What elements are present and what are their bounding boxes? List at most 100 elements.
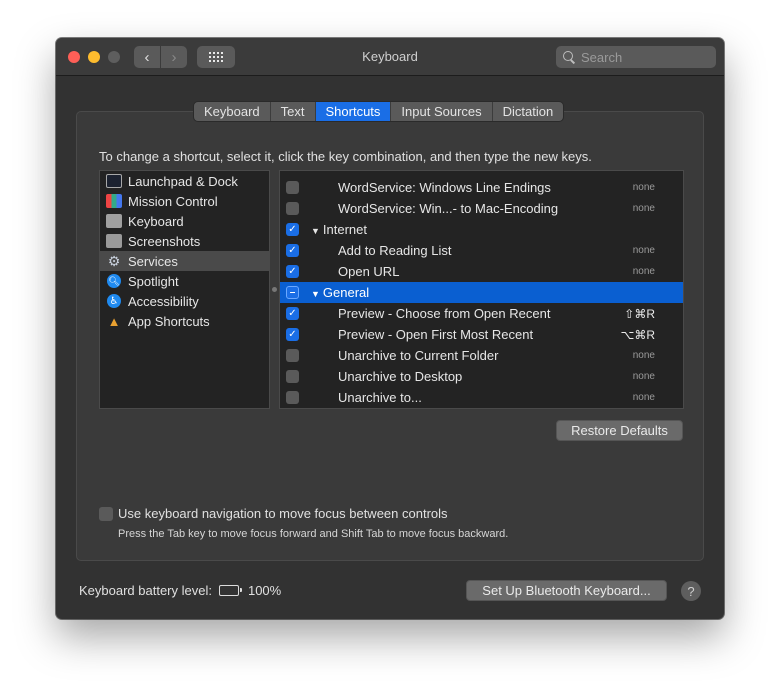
battery-percent: 100% xyxy=(247,583,282,598)
service-row[interactable]: Unarchive to Desktop none xyxy=(280,366,683,387)
accessibility-icon: ♿︎ xyxy=(107,294,121,308)
split-view-handle[interactable] xyxy=(272,287,277,292)
category-item[interactable]: ♿︎ Accessibility xyxy=(100,291,269,311)
mission-control-icon xyxy=(106,194,122,208)
service-checkbox[interactable]: ✓ xyxy=(286,244,299,257)
service-label-wrap: Unarchive to Desktop xyxy=(338,369,462,384)
service-label: Internet xyxy=(322,222,368,237)
search-input[interactable] xyxy=(581,49,711,65)
shortcut-key[interactable]: ⇧⌘R xyxy=(624,307,655,321)
service-row[interactable]: Unarchive to Current Folder none xyxy=(280,345,683,366)
service-label: WordService: Windows Line Endings xyxy=(338,180,551,195)
service-group-row[interactable]: ✓ ▼ Internet xyxy=(280,219,683,240)
service-label-wrap: Preview - Open First Most Recent xyxy=(338,327,533,342)
service-row[interactable]: Unarchive to... none xyxy=(280,387,683,408)
service-label-wrap: Preview - Choose from Open Recent xyxy=(338,306,550,321)
service-checkbox[interactable]: ✓ xyxy=(286,307,299,320)
category-item[interactable]: ⚙ Services xyxy=(100,251,269,271)
setup-bluetooth-keyboard-button[interactable]: Set Up Bluetooth Keyboard... xyxy=(466,580,667,601)
service-label: Preview - Choose from Open Recent xyxy=(338,306,551,321)
keyboard-icon xyxy=(106,214,122,228)
service-row[interactable]: WordService: Windows Line Endings none xyxy=(280,177,683,198)
keyboard-preferences-window: ‹ › Keyboard KeyboardTextShortcutsInput … xyxy=(56,38,724,619)
instructions-text: To change a shortcut, select it, click t… xyxy=(99,149,592,164)
app-shortcuts-icon: ▲ xyxy=(107,313,121,329)
category-label: Mission Control xyxy=(128,193,218,209)
service-checkbox[interactable] xyxy=(286,370,299,383)
service-checkbox[interactable]: – xyxy=(286,286,299,299)
service-row[interactable]: WordService: Win...- to Mac-Encoding none xyxy=(280,198,683,219)
service-row[interactable]: ✓ Open URL none xyxy=(280,261,683,282)
tab-bar: Keyboard Text Shortcuts Input Sources Dictat… xyxy=(193,101,565,122)
battery-icon xyxy=(218,585,242,596)
keyboard-navigation-option[interactable]: Use keyboard navigation to move focus be… xyxy=(99,506,448,521)
service-checkbox[interactable]: ✓ xyxy=(286,265,299,278)
service-label: WordService: Win...- to Mac-Encoding xyxy=(338,201,559,216)
battery-label: Keyboard battery level: xyxy=(79,583,212,598)
keyboard-navigation-help: Press the Tab key to move focus forward … xyxy=(118,528,509,540)
service-label: General xyxy=(322,285,370,300)
search-field[interactable] xyxy=(556,46,716,68)
category-label: Keyboard xyxy=(128,213,184,229)
title-bar: ‹ › Keyboard xyxy=(56,38,724,76)
service-label: Open URL xyxy=(338,264,400,279)
category-item[interactable]: Keyboard xyxy=(100,211,269,231)
category-item[interactable]: ▲ App Shortcuts xyxy=(100,311,269,331)
screenshots-icon xyxy=(106,234,122,248)
keyboard-navigation-checkbox[interactable] xyxy=(99,506,113,521)
service-label-wrap: WordService: Windows Line Endings xyxy=(338,180,551,195)
service-checkbox[interactable]: ✓ xyxy=(286,328,299,341)
service-row[interactable]: ✓ Preview - Choose from Open Recent ⇧⌘R xyxy=(280,303,683,324)
service-label: Unarchive to Current Folder xyxy=(338,348,499,363)
shortcut-key[interactable]: none xyxy=(633,245,655,256)
help-button[interactable]: ? xyxy=(681,581,701,601)
restore-defaults-button[interactable]: Restore Defaults xyxy=(556,420,683,441)
category-label: App Shortcuts xyxy=(128,313,210,329)
service-label-wrap: Unarchive to Current Folder xyxy=(338,348,498,363)
category-label: Spotlight xyxy=(128,273,179,289)
service-label-wrap: ▼ Internet xyxy=(311,222,367,237)
shortcut-key[interactable]: none xyxy=(633,371,655,382)
category-item[interactable]: Screenshots xyxy=(100,231,269,251)
launchpad-icon xyxy=(106,174,122,188)
shortcut-key[interactable]: none xyxy=(633,182,655,193)
tab-input-sources[interactable]: Input Sources xyxy=(391,102,493,121)
service-checkbox[interactable] xyxy=(286,391,299,404)
tab-text[interactable]: Text xyxy=(271,102,316,121)
category-list[interactable]: Launchpad & Dock Mission Control Keyboard S… xyxy=(99,170,270,409)
service-row[interactable]: ✓ Add to Reading List none xyxy=(280,240,683,261)
service-label-wrap: Unarchive to... xyxy=(338,390,422,405)
category-label: Accessibility xyxy=(128,293,199,309)
keyboard-navigation-label: Use keyboard navigation to move focus be… xyxy=(118,506,448,521)
service-label: Unarchive to... xyxy=(338,390,422,405)
category-item[interactable]: Mission Control xyxy=(100,191,269,211)
service-label-wrap: Add to Reading List xyxy=(338,243,451,258)
shortcut-key[interactable]: none xyxy=(633,266,655,277)
service-checkbox[interactable] xyxy=(286,202,299,215)
disclosure-triangle-icon[interactable]: ▼ xyxy=(311,289,320,299)
tab-dictation[interactable]: Dictation xyxy=(493,102,564,121)
shortcut-key[interactable]: none xyxy=(633,350,655,361)
service-label: Preview - Open First Most Recent xyxy=(338,327,534,342)
category-label: Launchpad & Dock xyxy=(128,173,238,189)
category-label: Services xyxy=(128,253,178,269)
disclosure-triangle-icon[interactable]: ▼ xyxy=(311,226,320,236)
services-list[interactable]: WordService: Windows Line Endings none Wor… xyxy=(279,170,684,409)
service-label-wrap: ▼ General xyxy=(311,285,369,300)
spotlight-icon: 🔍︎ xyxy=(107,274,121,288)
service-group-row[interactable]: – ▼ General xyxy=(280,282,683,303)
gear-icon: ⚙ xyxy=(107,252,121,269)
service-checkbox[interactable] xyxy=(286,349,299,362)
service-row[interactable]: ✓ Preview - Open First Most Recent ⌥⌘R xyxy=(280,324,683,345)
category-item[interactable]: Launchpad & Dock xyxy=(100,171,269,191)
shortcut-key[interactable]: ⌥⌘R xyxy=(621,328,656,342)
service-checkbox[interactable] xyxy=(286,181,299,194)
tab-shortcuts[interactable]: Shortcuts xyxy=(315,102,392,121)
service-checkbox[interactable]: ✓ xyxy=(286,223,299,236)
shortcut-key[interactable]: none xyxy=(633,203,655,214)
category-item[interactable]: 🔍︎ Spotlight xyxy=(100,271,269,291)
shortcut-key[interactable]: none xyxy=(633,392,655,403)
service-label-wrap: WordService: Win...- to Mac-Encoding xyxy=(338,201,558,216)
search-icon xyxy=(562,50,576,64)
tab-keyboard[interactable]: Keyboard xyxy=(194,102,271,121)
